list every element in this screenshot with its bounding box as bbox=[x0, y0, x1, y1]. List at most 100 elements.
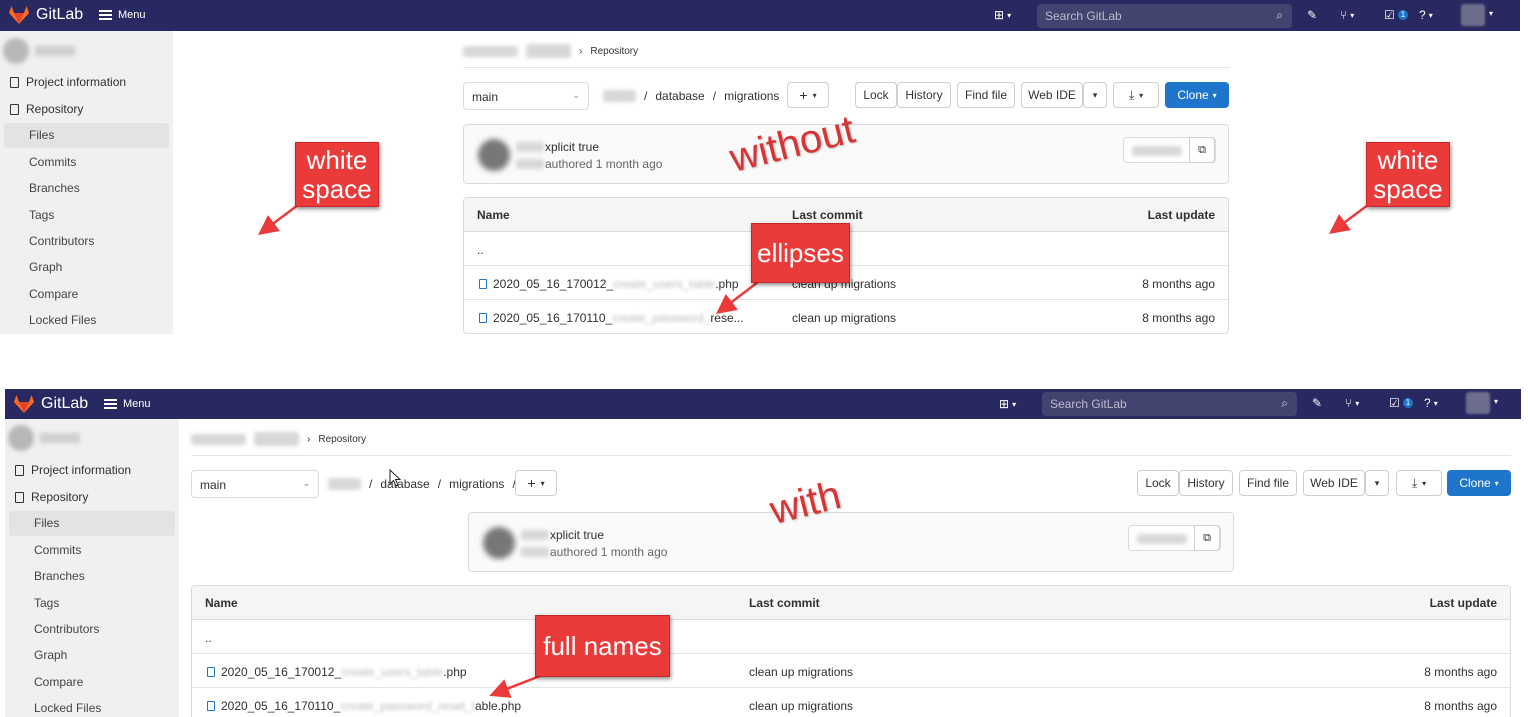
file-link[interactable]: 2020_05_16_170012_ create_users_table .p… bbox=[207, 655, 467, 688]
clone-button[interactable]: Clone ▾ bbox=[1447, 470, 1511, 496]
breadcrumb-namespace[interactable] bbox=[463, 45, 518, 57]
copy-icon[interactable]: ⧉ bbox=[1194, 525, 1220, 551]
commit-author-name[interactable] bbox=[516, 159, 544, 169]
commit-link[interactable]: clean up migrations bbox=[749, 655, 853, 688]
sidebar-item-commits[interactable]: Commits bbox=[29, 149, 76, 175]
search-input[interactable]: Search GitLab ⌕ bbox=[1037, 4, 1292, 28]
add-to-tree-dropdown[interactable]: + ▾ bbox=[787, 82, 829, 108]
download-dropdown[interactable]: ⤓ ▾ bbox=[1113, 82, 1159, 108]
commit-link[interactable]: clean up migrations bbox=[749, 689, 853, 717]
sidebar-item-contributors[interactable]: Contributors bbox=[34, 616, 99, 642]
table-row[interactable]: 2020_05_16_170012_ create_users_table .p… bbox=[192, 655, 1510, 688]
file-link[interactable]: 2020_05_16_170110_ create_password_ rese… bbox=[479, 301, 744, 333]
todos-link[interactable]: ☑ 1 bbox=[1384, 8, 1409, 22]
table-row-parent[interactable]: .. bbox=[192, 621, 1510, 654]
brand-name[interactable]: GitLab bbox=[41, 395, 88, 413]
download-dropdown[interactable]: ⤓ ▾ bbox=[1396, 470, 1442, 496]
sidebar-item-graph[interactable]: Graph bbox=[29, 254, 62, 280]
breadcrumb-current[interactable]: Repository bbox=[318, 434, 366, 445]
sidebar-item-locked-files[interactable]: Locked Files bbox=[29, 307, 96, 333]
history-button[interactable]: History bbox=[897, 82, 951, 108]
clone-button[interactable]: Clone ▾ bbox=[1165, 82, 1229, 108]
web-ide-button[interactable]: Web IDE bbox=[1303, 470, 1365, 496]
sidebar-item-repository[interactable]: Repository bbox=[10, 96, 83, 122]
path-root[interactable] bbox=[603, 90, 636, 102]
history-button[interactable]: History bbox=[1179, 470, 1233, 496]
commit-author-avatar[interactable] bbox=[483, 527, 515, 559]
merge-requests-dropdown[interactable]: ⑂ ▾ bbox=[1345, 396, 1359, 410]
find-file-button[interactable]: Find file bbox=[957, 82, 1015, 108]
breadcrumb-current[interactable]: Repository bbox=[590, 46, 638, 57]
copy-icon[interactable]: ⧉ bbox=[1189, 137, 1215, 163]
user-avatar[interactable] bbox=[1466, 392, 1490, 414]
find-file-button[interactable]: Find file bbox=[1239, 470, 1297, 496]
issues-icon[interactable]: ✎ bbox=[1312, 396, 1322, 410]
project-name[interactable] bbox=[35, 46, 75, 56]
commit-sha[interactable]: ⧉ bbox=[1128, 525, 1221, 551]
help-dropdown[interactable]: ? ▾ bbox=[1424, 396, 1438, 410]
sidebar-item-tags[interactable]: Tags bbox=[29, 202, 54, 228]
commit-link[interactable]: clean up migrations bbox=[792, 301, 896, 333]
sidebar-item-compare[interactable]: Compare bbox=[34, 669, 83, 695]
project-avatar[interactable] bbox=[3, 38, 29, 64]
sidebar-item-tags[interactable]: Tags bbox=[34, 590, 59, 616]
commit-title[interactable]: xplicit true bbox=[545, 140, 599, 154]
breadcrumb-project[interactable] bbox=[254, 432, 299, 446]
path-part-database[interactable]: database bbox=[655, 89, 704, 103]
path-part-migrations[interactable]: migrations bbox=[449, 477, 504, 491]
table-row[interactable]: 2020_05_16_170110_ create_password_ rese… bbox=[464, 301, 1228, 333]
sidebar-item-project-information[interactable]: Project information bbox=[10, 69, 126, 95]
brand-name[interactable]: GitLab bbox=[36, 6, 83, 24]
sidebar-item-branches[interactable]: Branches bbox=[34, 563, 85, 589]
search-input[interactable]: Search GitLab ⌕ bbox=[1042, 392, 1297, 416]
menu-button[interactable]: Menu bbox=[99, 9, 146, 21]
add-to-tree-dropdown[interactable]: + ▾ bbox=[515, 470, 557, 496]
chevron-down-icon[interactable]: ▾ bbox=[1494, 397, 1498, 406]
commit-title[interactable]: xplicit true bbox=[550, 528, 604, 542]
sidebar-item-graph[interactable]: Graph bbox=[34, 642, 67, 668]
merge-requests-dropdown[interactable]: ⑂ ▾ bbox=[1340, 8, 1354, 22]
branch-selector[interactable]: main ⌄ bbox=[463, 82, 589, 110]
path-part-migrations[interactable]: migrations bbox=[724, 89, 779, 103]
gitlab-logo[interactable] bbox=[14, 395, 34, 413]
web-ide-dropdown[interactable]: ▾ bbox=[1365, 470, 1389, 496]
new-item-dropdown[interactable]: ⊞ ▾ bbox=[999, 397, 1016, 411]
project-avatar[interactable] bbox=[8, 425, 34, 451]
sidebar-item-project-information[interactable]: Project information bbox=[15, 457, 131, 483]
sidebar-item-files[interactable]: Files bbox=[29, 122, 54, 148]
path-part-database[interactable]: database bbox=[380, 477, 429, 491]
commit-sha[interactable]: ⧉ bbox=[1123, 137, 1216, 163]
sidebar-item-contributors[interactable]: Contributors bbox=[29, 228, 94, 254]
issues-icon[interactable]: ✎ bbox=[1307, 8, 1317, 22]
parent-dir-link[interactable]: .. bbox=[477, 233, 484, 266]
commit-author-avatar[interactable] bbox=[478, 139, 510, 171]
path-root[interactable] bbox=[328, 478, 361, 490]
sidebar-item-compare[interactable]: Compare bbox=[29, 281, 78, 307]
sidebar-item-branches[interactable]: Branches bbox=[29, 175, 80, 201]
sidebar-item-commits[interactable]: Commits bbox=[34, 537, 81, 563]
web-ide-dropdown[interactable]: ▾ bbox=[1083, 82, 1107, 108]
chevron-down-icon[interactable]: ▾ bbox=[1489, 9, 1493, 18]
branch-selector[interactable]: main ⌄ bbox=[191, 470, 319, 498]
file-link[interactable]: 2020_05_16_170110_ create_password_reset… bbox=[207, 689, 521, 717]
table-row[interactable]: 2020_05_16_170110_ create_password_reset… bbox=[192, 689, 1510, 717]
lock-button[interactable]: Lock bbox=[855, 82, 897, 108]
file-link[interactable]: 2020_05_16_170012_ create_users_table .p… bbox=[479, 267, 739, 300]
user-avatar[interactable] bbox=[1461, 4, 1485, 26]
menu-button[interactable]: Menu bbox=[104, 398, 151, 410]
sidebar-item-files[interactable]: Files bbox=[34, 510, 59, 536]
project-name[interactable] bbox=[40, 433, 80, 443]
parent-dir-link[interactable]: .. bbox=[205, 621, 212, 654]
sidebar-item-locked-files[interactable]: Locked Files bbox=[34, 695, 101, 717]
help-dropdown[interactable]: ? ▾ bbox=[1419, 8, 1433, 22]
last-commit-panel: xplicit true authored 1 month ago ⧉ bbox=[468, 512, 1234, 572]
new-item-dropdown[interactable]: ⊞ ▾ bbox=[994, 8, 1011, 22]
breadcrumb-namespace[interactable] bbox=[191, 433, 246, 445]
breadcrumb-project[interactable] bbox=[526, 44, 571, 58]
commit-author-name[interactable] bbox=[521, 547, 549, 557]
sidebar-item-repository[interactable]: Repository bbox=[15, 484, 88, 510]
web-ide-button[interactable]: Web IDE bbox=[1021, 82, 1083, 108]
lock-button[interactable]: Lock bbox=[1137, 470, 1179, 496]
gitlab-logo[interactable] bbox=[9, 6, 29, 24]
todos-link[interactable]: ☑ 1 bbox=[1389, 396, 1414, 410]
